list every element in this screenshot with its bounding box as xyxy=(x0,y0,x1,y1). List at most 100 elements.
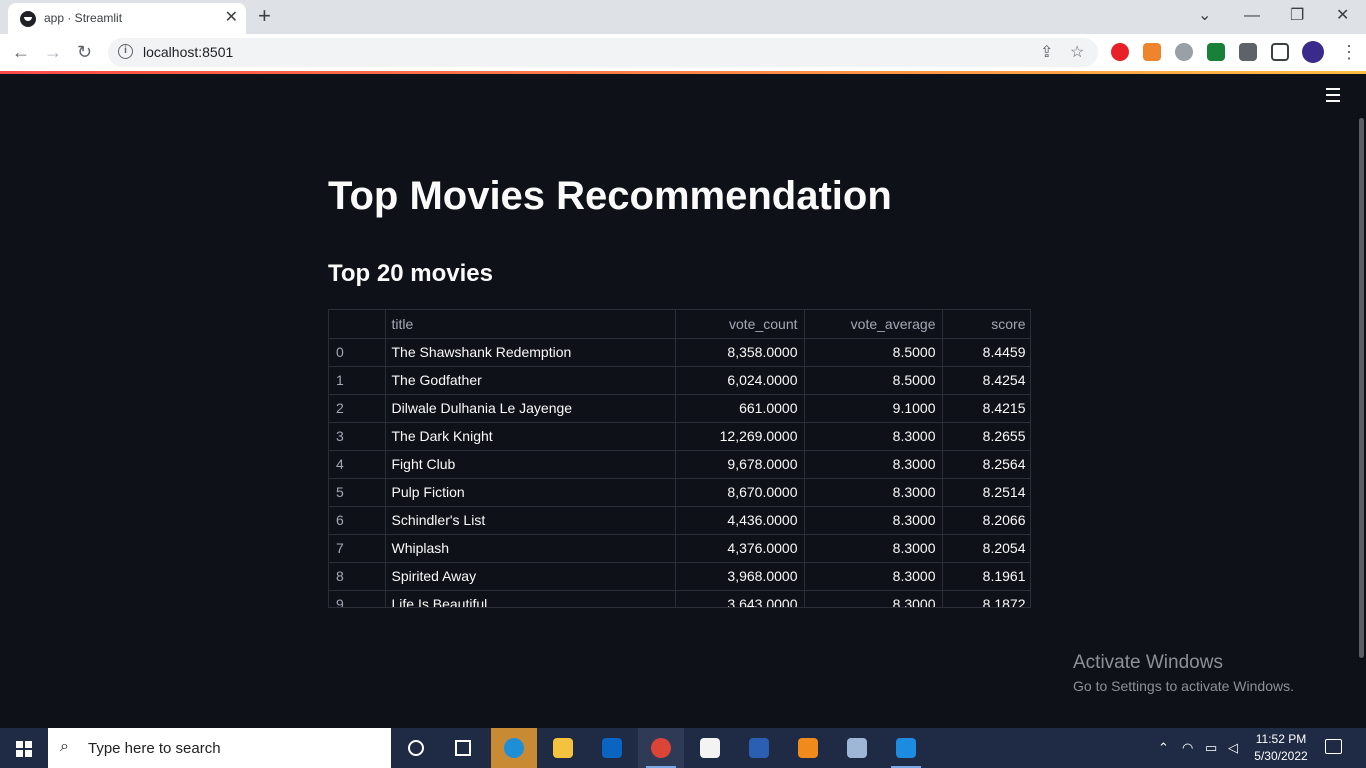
row-index[interactable]: 8 xyxy=(329,562,386,591)
column-header-vote-count[interactable]: vote_count xyxy=(675,310,805,339)
sheets-extension-icon[interactable] xyxy=(1207,43,1225,61)
notification-center-icon[interactable] xyxy=(1325,739,1342,754)
side-panel-icon[interactable] xyxy=(1271,43,1289,61)
movie-title[interactable]: Spirited Away xyxy=(385,562,676,591)
row-index[interactable]: 9 xyxy=(329,590,386,607)
score-cell[interactable]: 8.4215 xyxy=(942,394,1030,423)
vote-count-cell[interactable]: 6,024.0000 xyxy=(675,366,805,395)
column-header-title[interactable]: title xyxy=(385,310,676,339)
volume-icon[interactable]: ◁ xyxy=(1228,740,1238,756)
row-index[interactable]: 7 xyxy=(329,534,386,563)
vote-count-cell[interactable]: 4,376.0000 xyxy=(675,534,805,563)
close-tab-icon[interactable]: ✕ xyxy=(225,9,238,27)
score-cell[interactable]: 8.4254 xyxy=(942,366,1030,395)
vote-average-cell[interactable]: 8.3000 xyxy=(804,478,943,507)
vscode-icon[interactable] xyxy=(883,728,929,768)
vote-average-cell[interactable]: 8.3000 xyxy=(804,506,943,535)
edge-app-icon[interactable] xyxy=(491,728,537,768)
movie-title[interactable]: The Dark Knight xyxy=(385,422,676,451)
score-cell[interactable]: 8.1872 xyxy=(942,590,1030,607)
outlook-icon[interactable] xyxy=(589,728,635,768)
word-icon[interactable] xyxy=(736,728,782,768)
chrome-taskbar-icon[interactable] xyxy=(638,728,684,768)
back-arrow-icon[interactable]: ← xyxy=(12,40,30,64)
score-cell[interactable]: 8.4459 xyxy=(942,338,1030,367)
movie-title[interactable]: Schindler's List xyxy=(385,506,676,535)
vote-average-cell[interactable]: 8.3000 xyxy=(804,590,943,607)
score-cell[interactable]: 8.1961 xyxy=(942,562,1030,591)
score-cell[interactable]: 8.2066 xyxy=(942,506,1030,535)
bookmark-star-icon[interactable]: ☆ xyxy=(1070,42,1084,62)
tab-search-chevron-icon[interactable]: ⌄ xyxy=(1198,4,1211,28)
vote-average-cell[interactable]: 8.3000 xyxy=(804,422,943,451)
show-hidden-icons-chevron-icon[interactable]: ⌃ xyxy=(1158,740,1169,756)
row-index[interactable]: 2 xyxy=(329,394,386,423)
app-scrollbar[interactable] xyxy=(1359,118,1364,658)
movie-title[interactable]: Whiplash xyxy=(385,534,676,563)
main-menu-icon[interactable] xyxy=(1326,88,1340,106)
browser-tab[interactable]: app · Streamlit ✕ xyxy=(8,3,246,34)
close-window-icon[interactable]: ✕ xyxy=(1336,4,1349,28)
windows-start-icon[interactable] xyxy=(16,741,32,757)
cortana-icon[interactable] xyxy=(393,728,439,768)
vote-count-cell[interactable]: 8,670.0000 xyxy=(675,478,805,507)
column-header-score[interactable]: score xyxy=(942,310,1030,339)
column-header-vote-average[interactable]: vote_average xyxy=(804,310,943,339)
battery-icon[interactable]: ▭ xyxy=(1205,740,1217,756)
camera-extension-icon[interactable] xyxy=(1175,43,1193,61)
site-info-icon[interactable]: i xyxy=(118,44,133,59)
movie-title[interactable]: Fight Club xyxy=(385,450,676,479)
adblock-extension-icon[interactable] xyxy=(1111,43,1129,61)
vote-count-cell[interactable]: 12,269.0000 xyxy=(675,422,805,451)
row-index[interactable]: 0 xyxy=(329,338,386,367)
store-icon[interactable] xyxy=(687,728,733,768)
row-index[interactable]: 5 xyxy=(329,478,386,507)
search-placeholder: Type here to search xyxy=(88,740,221,757)
reload-icon[interactable]: ↻ xyxy=(77,40,92,64)
profile-avatar[interactable] xyxy=(1302,41,1324,63)
movies-dataframe[interactable]: title vote_count vote_average score 0 The… xyxy=(328,309,1031,608)
score-cell[interactable]: 8.2054 xyxy=(942,534,1030,563)
vote-average-cell[interactable]: 8.5000 xyxy=(804,366,943,395)
vote-average-cell[interactable]: 8.5000 xyxy=(804,338,943,367)
vote-average-cell[interactable]: 9.1000 xyxy=(804,394,943,423)
score-cell[interactable]: 8.2564 xyxy=(942,450,1030,479)
vote-count-cell[interactable]: 9,678.0000 xyxy=(675,450,805,479)
fl-studio-icon[interactable] xyxy=(785,728,831,768)
vote-count-cell[interactable]: 3,968.0000 xyxy=(675,562,805,591)
network-app-icon[interactable] xyxy=(834,728,880,768)
wifi-icon[interactable]: ◠ xyxy=(1182,740,1193,756)
file-explorer-icon[interactable] xyxy=(540,728,586,768)
vote-count-cell[interactable]: 4,436.0000 xyxy=(675,506,805,535)
column-header-index[interactable] xyxy=(329,310,386,339)
movie-title[interactable]: Life Is Beautiful xyxy=(385,590,676,607)
vote-average-cell[interactable]: 8.3000 xyxy=(804,562,943,591)
restore-icon[interactable]: ❐ xyxy=(1290,4,1304,28)
vote-average-cell[interactable]: 8.3000 xyxy=(804,534,943,563)
score-cell[interactable]: 8.2514 xyxy=(942,478,1030,507)
row-index[interactable]: 6 xyxy=(329,506,386,535)
taskbar-clock[interactable]: 11:52 PM 5/30/2022 xyxy=(1250,731,1312,765)
task-view-icon[interactable] xyxy=(440,728,486,768)
vote-count-cell[interactable]: 661.0000 xyxy=(675,394,805,423)
extensions-puzzle-icon[interactable] xyxy=(1239,43,1257,61)
chrome-menu-icon[interactable]: ⋮ xyxy=(1340,40,1358,64)
movie-title[interactable]: Pulp Fiction xyxy=(385,478,676,507)
row-index[interactable]: 3 xyxy=(329,422,386,451)
vote-count-cell[interactable]: 3,643.0000 xyxy=(675,590,805,607)
taskbar-search-box[interactable]: ⌕ Type here to search xyxy=(48,728,391,768)
forward-arrow-icon[interactable]: → xyxy=(44,40,62,64)
share-icon[interactable]: ⇪ xyxy=(1040,42,1053,62)
score-cell[interactable]: 8.2655 xyxy=(942,422,1030,451)
vote-average-cell[interactable]: 8.3000 xyxy=(804,450,943,479)
movie-title[interactable]: The Shawshank Redemption xyxy=(385,338,676,367)
row-index[interactable]: 4 xyxy=(329,450,386,479)
movie-title[interactable]: Dilwale Dulhania Le Jayenge xyxy=(385,394,676,423)
vote-count-cell[interactable]: 8,358.0000 xyxy=(675,338,805,367)
metamask-extension-icon[interactable] xyxy=(1143,43,1161,61)
minimize-icon[interactable]: — xyxy=(1244,4,1260,28)
movie-title[interactable]: The Godfather xyxy=(385,366,676,395)
new-tab-icon[interactable]: + xyxy=(258,4,271,28)
row-index[interactable]: 1 xyxy=(329,366,386,395)
address-bar[interactable]: i localhost:8501 ⇪ ☆ xyxy=(108,38,1098,67)
